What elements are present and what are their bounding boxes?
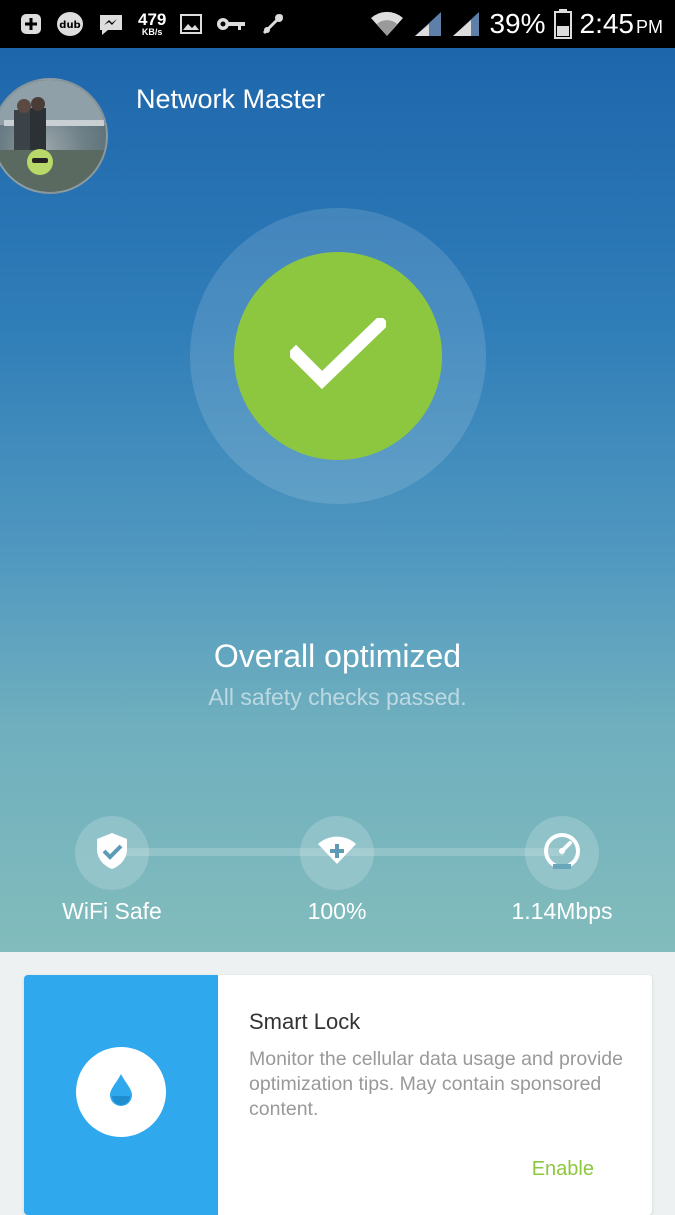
app-title: Network Master — [136, 84, 326, 114]
messenger-icon — [98, 12, 124, 36]
dub-app-icon: dub — [56, 11, 84, 37]
avatar[interactable] — [0, 78, 108, 194]
card-title: Smart Lock — [249, 1009, 361, 1034]
net-speed-value: 479 — [138, 10, 167, 29]
metric-speed-button[interactable] — [525, 816, 599, 890]
metric-signal-label: 100% — [307, 898, 367, 924]
wifi-icon — [369, 10, 405, 38]
shield-check-icon — [95, 832, 129, 875]
signal-icon-2 — [451, 10, 481, 38]
plus-app-icon — [20, 13, 42, 35]
main-status-panel: Network Master Overall optimized All saf… — [0, 48, 675, 952]
battery-percent: 39% — [489, 8, 546, 39]
clock-time: 2:45 — [579, 8, 635, 39]
battery-icon — [553, 9, 572, 39]
status-bar: dub 479 KB/s 39% 2:45 PM — [0, 0, 675, 48]
gallery-icon — [180, 14, 203, 34]
checkmark-icon — [286, 314, 390, 395]
smart-lock-card[interactable]: Smart Lock Monitor the cellular data usa… — [24, 975, 652, 1215]
status-check-button[interactable] — [234, 252, 442, 460]
usb-debug-icon — [260, 11, 286, 37]
clock: 2:45 PM — [580, 8, 664, 40]
signal-icon — [413, 10, 443, 38]
net-speed-indicator: 479 KB/s — [138, 11, 166, 37]
card-description: Monitor the cellular data usage and prov… — [249, 1048, 623, 1120]
metric-signal-button[interactable] — [300, 816, 374, 890]
enable-button[interactable]: Enable — [532, 1158, 594, 1181]
metric-wifi-safe-label: WiFi Safe — [62, 898, 162, 924]
metric-speed-label: 1.14Mbps — [511, 898, 613, 924]
card-icon-circle — [76, 1047, 166, 1137]
net-speed-unit: KB/s — [141, 27, 163, 37]
water-drop-icon — [106, 1072, 136, 1113]
svg-text:dub: dub — [59, 20, 80, 31]
key-icon — [216, 16, 246, 32]
status-title: Overall optimized — [213, 638, 462, 674]
wifi-plus-icon — [317, 836, 357, 871]
clock-ampm: PM — [636, 17, 663, 37]
metric-wifi-safe-button[interactable] — [75, 816, 149, 890]
speedometer-icon — [543, 832, 581, 875]
card-icon-panel — [24, 975, 218, 1215]
status-subtitle: All safety checks passed. — [208, 684, 467, 710]
